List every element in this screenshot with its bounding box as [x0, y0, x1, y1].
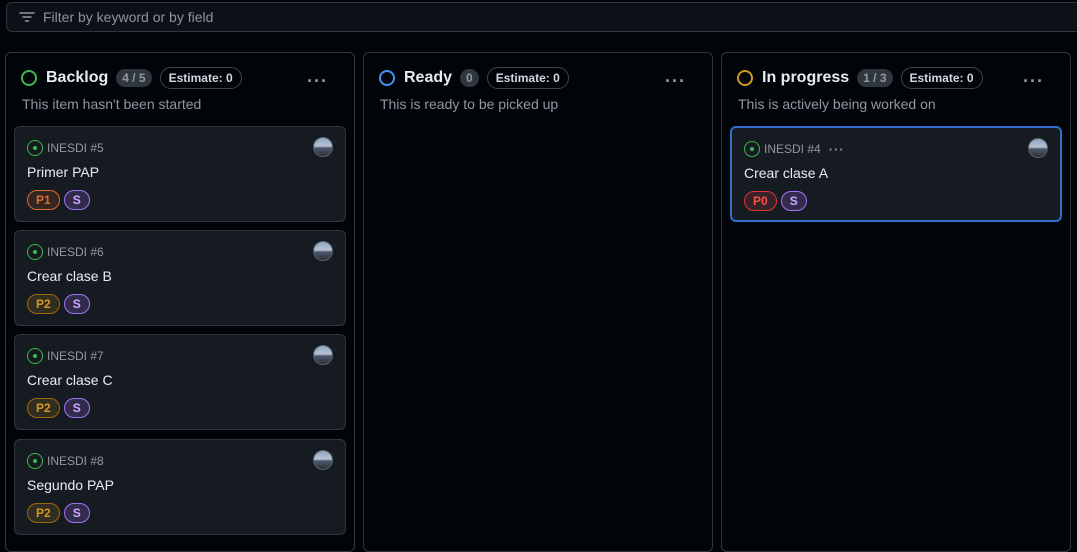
size-label[interactable]: S — [63, 190, 90, 210]
column-description: This is actively being worked on — [738, 96, 936, 112]
column-title: Backlog — [46, 69, 109, 86]
column-title: In progress — [762, 69, 850, 86]
column-title: Ready — [404, 69, 453, 86]
priority-label[interactable]: P2 — [27, 294, 60, 314]
priority-label[interactable]: P2 — [27, 503, 60, 523]
issue-title[interactable]: Crear clase B — [27, 268, 112, 284]
column-count: 1 / 3 — [857, 69, 893, 87]
size-label[interactable]: S — [63, 294, 90, 314]
column-menu-button[interactable]: ··· — [1023, 71, 1044, 92]
issue-open-icon — [27, 244, 43, 260]
issue-ref[interactable]: INESDI #4 — [764, 142, 821, 156]
assignee-avatar[interactable] — [1028, 138, 1048, 158]
issue-open-icon — [27, 453, 43, 469]
column-header: Ready 0 Estimate: 0 ··· — [379, 67, 700, 92]
priority-label[interactable]: P2 — [27, 398, 60, 418]
column-in-progress: In progress 1 / 3 Estimate: 0 ··· This i… — [721, 52, 1071, 552]
column-backlog: Backlog 4 / 5 Estimate: 0 ··· This item … — [5, 52, 355, 552]
filter-bar[interactable]: Filter by keyword or by field — [6, 2, 1077, 32]
column-estimate: Estimate: 0 — [159, 67, 242, 89]
issue-title[interactable]: Segundo PAP — [27, 477, 114, 493]
issue-title[interactable]: Crear clase C — [27, 372, 113, 388]
issue-open-icon — [27, 140, 43, 156]
priority-label[interactable]: P0 — [744, 191, 777, 211]
issue-title[interactable]: Crear clase A — [744, 165, 828, 181]
assignee-avatar[interactable] — [313, 345, 333, 365]
column-header: Backlog 4 / 5 Estimate: 0 ··· — [21, 67, 342, 92]
filter-input[interactable]: Filter by keyword or by field — [43, 9, 213, 25]
issue-card[interactable]: INESDI #4 ··· Crear clase A P0 S — [730, 126, 1062, 222]
column-description: This item hasn't been started — [22, 96, 202, 112]
size-label[interactable]: S — [63, 503, 90, 523]
column-count: 0 — [460, 69, 479, 87]
column-count: 4 / 5 — [116, 69, 152, 87]
issue-card[interactable]: INESDI #7 Crear clase C P2 S — [14, 334, 346, 430]
column-menu-button[interactable]: ··· — [307, 71, 328, 92]
assignee-avatar[interactable] — [313, 450, 333, 470]
assignee-avatar[interactable] — [313, 137, 333, 157]
issue-card[interactable]: INESDI #5 Primer PAP P1 S — [14, 126, 346, 222]
size-label[interactable]: S — [63, 398, 90, 418]
status-circle-icon — [21, 70, 37, 86]
priority-label[interactable]: P1 — [27, 190, 60, 210]
issue-card[interactable]: INESDI #6 Crear clase B P2 S — [14, 230, 346, 326]
issue-card[interactable]: INESDI #8 Segundo PAP P2 S — [14, 439, 346, 535]
column-estimate: Estimate: 0 — [900, 67, 983, 89]
issue-open-icon — [27, 348, 43, 364]
assignee-avatar[interactable] — [313, 241, 333, 261]
issue-ref[interactable]: INESDI #6 — [47, 245, 104, 259]
column-ready: Ready 0 Estimate: 0 ··· This is ready to… — [363, 52, 713, 552]
issue-ref[interactable]: INESDI #5 — [47, 141, 104, 155]
issue-ref[interactable]: INESDI #8 — [47, 454, 104, 468]
size-label[interactable]: S — [780, 191, 807, 211]
issue-open-icon — [744, 141, 760, 157]
column-header: In progress 1 / 3 Estimate: 0 ··· — [737, 67, 1058, 92]
column-estimate: Estimate: 0 — [486, 67, 569, 89]
filter-icon — [19, 11, 35, 23]
status-circle-icon — [737, 70, 753, 86]
issue-title[interactable]: Primer PAP — [27, 164, 99, 180]
issue-ref[interactable]: INESDI #7 — [47, 349, 104, 363]
card-menu-button[interactable]: ··· — [829, 142, 845, 157]
status-circle-icon — [379, 70, 395, 86]
column-menu-button[interactable]: ··· — [665, 71, 686, 92]
column-description: This is ready to be picked up — [380, 96, 559, 112]
